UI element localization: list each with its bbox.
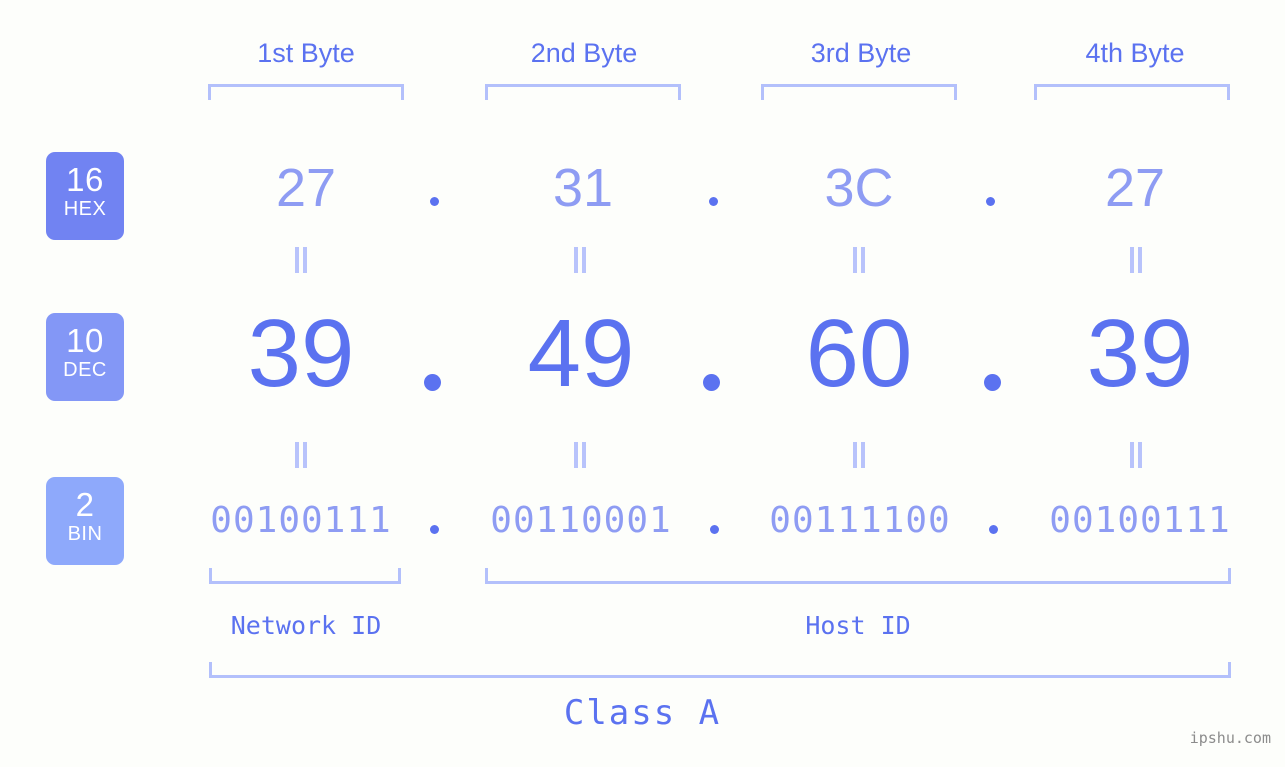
base-badge-bin-name: BIN xyxy=(67,523,103,545)
base-badge-dec: 10 DEC xyxy=(46,313,124,401)
hex-value-3: 3C xyxy=(824,158,894,218)
equals-marker-hex-2 xyxy=(572,247,588,273)
host-id-label: Host ID xyxy=(805,611,911,640)
watermark: ipshu.com xyxy=(1189,729,1271,747)
bin-value-1: 00100111 xyxy=(210,500,392,541)
base-badge-bin-number: 2 xyxy=(75,486,95,523)
base-badge-dec-name: DEC xyxy=(63,359,107,381)
dec-value-4: 39 xyxy=(1086,300,1194,407)
equals-marker-dec-3 xyxy=(851,442,867,468)
hex-separator-1 xyxy=(430,197,439,206)
hex-separator-3 xyxy=(986,197,995,206)
dec-separator-3 xyxy=(984,374,1001,391)
diagram-canvas: 1st Byte 2nd Byte 3rd Byte 4th Byte 16 H… xyxy=(0,0,1285,767)
class-label: Class A xyxy=(563,693,722,733)
base-badge-hex: 16 HEX xyxy=(46,152,124,240)
base-badge-dec-number: 10 xyxy=(66,322,104,359)
base-badge-hex-number: 16 xyxy=(66,161,104,198)
equals-marker-hex-3 xyxy=(851,247,867,273)
base-badge-bin: 2 BIN xyxy=(46,477,124,565)
byte-bracket-3 xyxy=(761,84,957,100)
equals-marker-dec-1 xyxy=(293,442,309,468)
dec-value-1: 39 xyxy=(247,300,355,407)
hex-separator-2 xyxy=(709,197,718,206)
byte-bracket-2 xyxy=(485,84,681,100)
equals-marker-hex-1 xyxy=(293,247,309,273)
bin-value-3: 00111100 xyxy=(769,500,951,541)
equals-marker-hex-4 xyxy=(1128,247,1144,273)
base-badge-hex-name: HEX xyxy=(63,198,107,220)
class-bracket xyxy=(209,662,1231,678)
byte-bracket-1 xyxy=(208,84,404,100)
byte-bracket-4 xyxy=(1034,84,1230,100)
dec-separator-1 xyxy=(424,374,441,391)
byte-header-1: 1st Byte xyxy=(257,38,355,68)
bin-value-2: 00110001 xyxy=(490,500,672,541)
equals-marker-dec-2 xyxy=(572,442,588,468)
byte-header-2: 2nd Byte xyxy=(530,38,638,68)
hex-value-4: 27 xyxy=(1104,158,1166,218)
host-id-bracket xyxy=(485,568,1231,584)
byte-header-4: 4th Byte xyxy=(1085,38,1185,68)
dec-value-2: 49 xyxy=(527,300,635,407)
byte-header-3: 3rd Byte xyxy=(810,38,912,68)
bin-value-4: 00100111 xyxy=(1049,500,1231,541)
network-id-bracket xyxy=(209,568,401,584)
bin-separator-3 xyxy=(989,525,998,534)
bin-separator-1 xyxy=(430,525,439,534)
equals-marker-dec-4 xyxy=(1128,442,1144,468)
hex-value-2: 31 xyxy=(552,158,614,218)
network-id-label: Network ID xyxy=(230,611,382,640)
dec-separator-2 xyxy=(703,374,720,391)
hex-value-1: 27 xyxy=(275,158,337,218)
bin-separator-2 xyxy=(710,525,719,534)
dec-value-3: 60 xyxy=(805,300,913,407)
